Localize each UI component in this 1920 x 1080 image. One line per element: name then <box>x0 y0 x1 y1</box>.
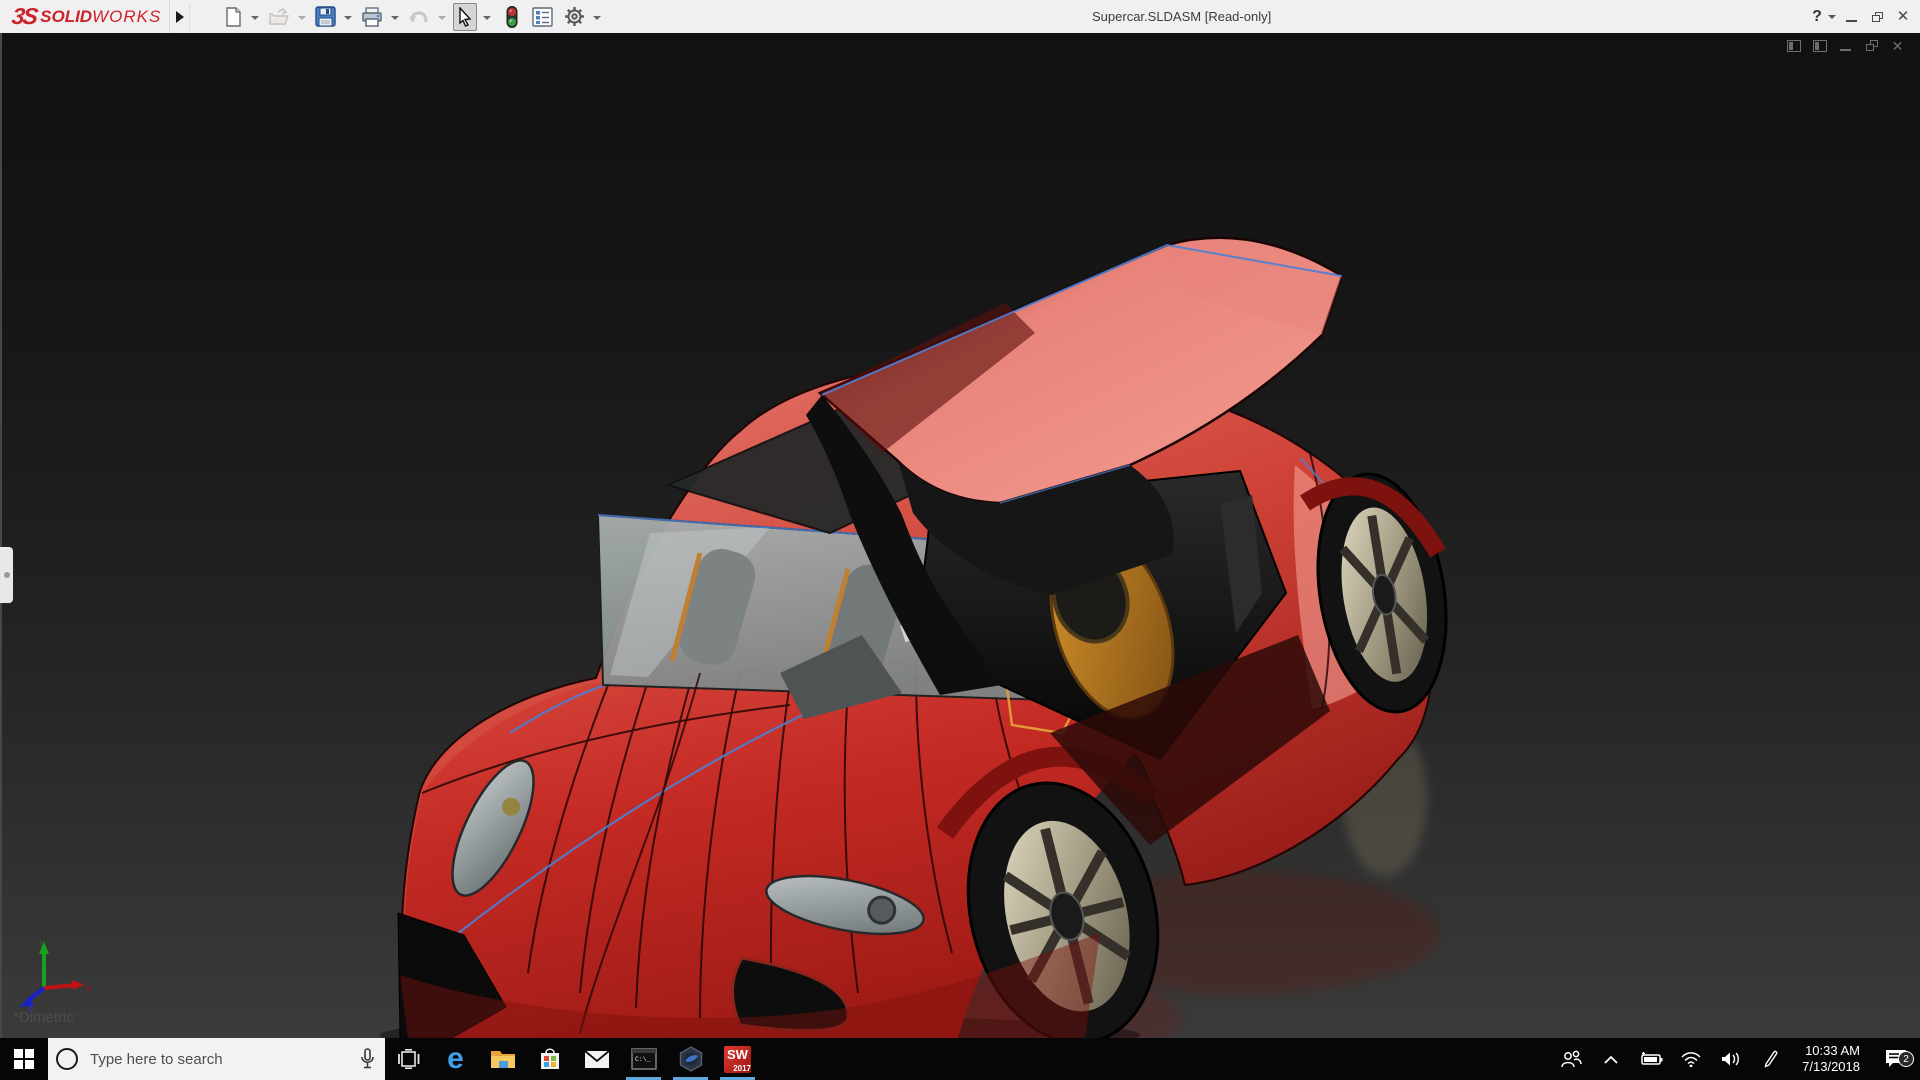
document-title: Supercar.SLDASM [Read-only] <box>1092 9 1272 24</box>
save-floppy-icon <box>315 6 337 27</box>
rebuild-traffic-light-icon <box>506 5 518 28</box>
solidworks-2017-icon: SW 2017 <box>724 1045 751 1073</box>
file-properties-icon <box>532 6 554 27</box>
doc-close-icon[interactable]: ✕ <box>1889 38 1906 53</box>
restore-icon <box>1871 11 1883 22</box>
supercar-model[interactable] <box>0 33 1920 1038</box>
search-input[interactable] <box>90 1050 360 1068</box>
collapsed-panel-tab[interactable] <box>0 547 13 603</box>
close-icon: ✕ <box>1896 8 1910 25</box>
select-cursor-icon <box>459 6 472 27</box>
wifi-icon[interactable] <box>1676 1051 1706 1067</box>
logo-solid-text: SOLID <box>40 6 93 26</box>
taskbar-clock[interactable]: 10:33 AM 7/13/2018 <box>1796 1043 1866 1075</box>
open-dropdown-caret[interactable] <box>298 15 307 20</box>
solidworks-logo[interactable]: 3S SOLID WORKS <box>0 0 171 33</box>
task-view-icon <box>397 1049 419 1069</box>
options-dropdown-caret[interactable] <box>593 15 602 20</box>
window-controls: ? ✕ <box>1806 0 1914 33</box>
mail-button[interactable] <box>573 1038 620 1080</box>
title-bar: 3S SOLID WORKS Supercar.SLDASM [Read-onl… <box>0 0 1920 33</box>
new-document-button[interactable] <box>221 3 245 31</box>
store-icon <box>540 1048 559 1069</box>
clock-date: 7/13/2018 <box>1802 1059 1860 1074</box>
document-window-controls: ✕ <box>1785 38 1906 53</box>
action-center-button[interactable]: 2 <box>1876 1049 1916 1069</box>
open-button[interactable] <box>266 3 292 31</box>
task-view-button[interactable] <box>385 1038 432 1080</box>
print-button[interactable] <box>359 3 385 31</box>
command-prompt-icon: C:\_ <box>630 1048 657 1070</box>
store-button[interactable] <box>526 1038 573 1080</box>
new-document-icon <box>226 6 242 27</box>
options-button[interactable] <box>562 3 587 31</box>
edge-button[interactable]: e <box>432 1038 479 1080</box>
mail-icon <box>583 1049 610 1068</box>
solidworks-window: 3S SOLID WORKS Supercar.SLDASM [Read-onl… <box>0 0 1920 1080</box>
3ds-logo-mark: 3S <box>10 3 39 29</box>
taskbar-apps: e C:\_ SW 2017 <box>385 1038 761 1080</box>
restore-button[interactable] <box>1866 4 1888 30</box>
doc-minimize-icon[interactable] <box>1837 38 1854 53</box>
rebuild-button[interactable] <box>503 3 521 31</box>
standard-toolbar <box>218 0 605 33</box>
notification-count-badge: 2 <box>1898 1051 1914 1067</box>
windows-logo-icon <box>14 1049 34 1069</box>
select-dropdown-caret[interactable] <box>483 15 492 20</box>
minimize-button[interactable] <box>1840 4 1862 30</box>
people-icon[interactable] <box>1556 1050 1586 1068</box>
doc-restore-icon[interactable] <box>1863 38 1880 53</box>
graphics-area[interactable]: ✕ y x z *Dimetric <box>0 33 1920 1038</box>
view-orientation-label: *Dimetric <box>13 1009 74 1026</box>
file-properties-button[interactable] <box>530 3 555 31</box>
flyout-arrow-icon <box>175 10 184 23</box>
menu-flyout-button[interactable] <box>170 3 191 30</box>
edge-icon: e <box>447 1042 464 1075</box>
svg-text:C:\_: C:\_ <box>635 1056 651 1063</box>
close-button[interactable]: ✕ <box>1892 4 1914 30</box>
new-dropdown-caret[interactable] <box>251 15 260 20</box>
triad-y-label: y <box>40 938 45 949</box>
help-dropdown-caret[interactable] <box>1828 14 1836 19</box>
cortana-icon[interactable] <box>56 1048 78 1070</box>
hidden-icons-chevron[interactable] <box>1596 1055 1626 1064</box>
feature-pane-toggle-icon[interactable] <box>1785 38 1802 53</box>
minimize-icon <box>1845 19 1857 22</box>
undo-dropdown-caret[interactable] <box>438 15 447 20</box>
edrawings-button[interactable] <box>667 1038 714 1080</box>
select-button[interactable] <box>453 2 478 31</box>
clock-time: 10:33 AM <box>1805 1043 1860 1058</box>
save-button[interactable] <box>313 3 338 31</box>
start-button[interactable] <box>0 1038 48 1080</box>
windows-ink-pen-icon[interactable] <box>1756 1050 1786 1068</box>
logo-works-text: WORKS <box>92 6 162 26</box>
volume-icon[interactable] <box>1716 1051 1746 1067</box>
print-icon <box>362 6 382 27</box>
battery-icon[interactable] <box>1636 1052 1666 1066</box>
help-button[interactable]: ? <box>1806 4 1828 30</box>
solidworks-2017-button[interactable]: SW 2017 <box>714 1038 761 1080</box>
save-dropdown-caret[interactable] <box>344 15 353 20</box>
undo-button[interactable] <box>406 3 432 31</box>
command-prompt-button[interactable]: C:\_ <box>620 1038 667 1080</box>
microphone-icon[interactable] <box>360 1048 375 1070</box>
edrawings-icon <box>679 1046 702 1072</box>
windows-taskbar: e <box>0 1038 1920 1080</box>
panel-expand-icon <box>3 572 10 578</box>
file-explorer-button[interactable] <box>479 1038 526 1080</box>
taskbar-search[interactable] <box>48 1038 385 1080</box>
file-explorer-icon <box>490 1051 515 1068</box>
print-dropdown-caret[interactable] <box>391 15 400 20</box>
system-tray: 10:33 AM 7/13/2018 2 <box>1556 1038 1920 1080</box>
display-pane-toggle-icon[interactable] <box>1811 38 1828 53</box>
undo-icon <box>409 10 428 23</box>
options-gear-icon <box>565 7 585 26</box>
triad-x-label: x <box>86 983 91 994</box>
open-folder-icon <box>269 7 290 25</box>
orientation-triad: y x z <box>19 938 91 1012</box>
